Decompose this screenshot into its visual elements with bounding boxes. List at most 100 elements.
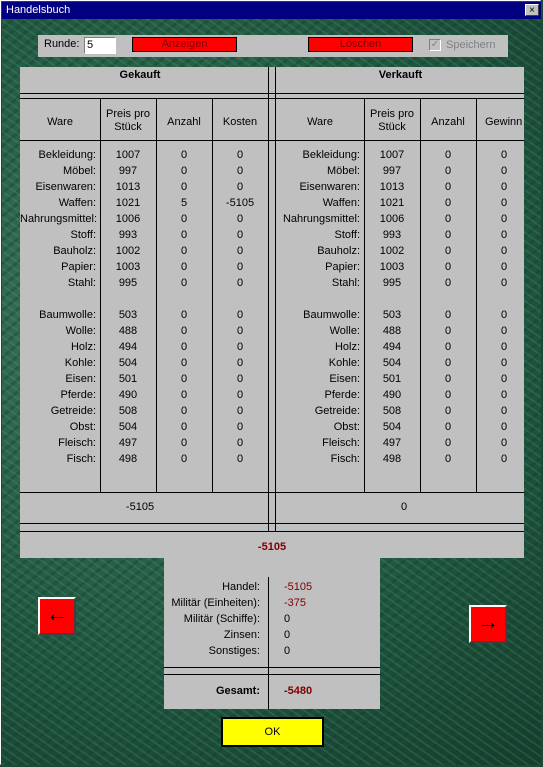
cell-preis: 1007	[115, 149, 141, 161]
cell-preis: 1013	[379, 181, 405, 193]
cell-ware: Waffen:	[322, 197, 360, 209]
cell-anzahl: 0	[180, 373, 188, 385]
cell-preis: 504	[118, 421, 138, 433]
summary-divider	[268, 577, 269, 709]
cell-ware: Pferde:	[60, 389, 96, 401]
divider	[20, 98, 524, 99]
cell-wert: 0	[500, 229, 508, 241]
cell-ware: Wolle:	[329, 325, 360, 337]
cell-anzahl: 0	[444, 245, 452, 257]
handelsbuch-window: Handelsbuch × Runde: 5 Anzeigen Löschen …	[0, 0, 541, 765]
cell-ware: Stahl:	[67, 277, 96, 289]
cell-ware: Baumwolle:	[39, 309, 96, 321]
cell-preis: 504	[382, 421, 402, 433]
cell-ware: Holz:	[70, 341, 96, 353]
cell-wert: 0	[236, 261, 244, 273]
cell-ware: Kohle:	[64, 357, 96, 369]
cell-ware: Waffen:	[58, 197, 96, 209]
cell-wert: 0	[236, 437, 244, 449]
cell-ware: Wolle:	[65, 325, 96, 337]
cell-preis: 490	[118, 389, 138, 401]
cell-wert: 0	[236, 421, 244, 433]
summary-value: -375	[284, 597, 307, 609]
cell-preis: 498	[118, 453, 138, 465]
previous-arrow-button[interactable]: ←	[38, 597, 76, 635]
cell-wert: 0	[500, 357, 508, 369]
net-total: -5105	[257, 541, 287, 553]
cell-wert: 0	[236, 213, 244, 225]
cell-anzahl: 0	[444, 437, 452, 449]
cell-preis: 1007	[379, 149, 405, 161]
cell-wert: 0	[236, 229, 244, 241]
header-preis: Preis pro Stück	[105, 108, 151, 133]
cell-preis: 497	[382, 437, 402, 449]
speichern-checkbox[interactable]: ✓	[429, 39, 441, 51]
cell-ware: Bauholz:	[317, 245, 360, 257]
cell-wert: 0	[500, 309, 508, 321]
summary-label: Militär (Einheiten):	[171, 597, 260, 609]
summary-value: -5105	[284, 581, 313, 593]
header-ware: Ware	[307, 116, 333, 128]
cell-ware: Eisenwaren:	[299, 181, 360, 193]
cell-wert: 0	[236, 389, 244, 401]
divider	[20, 523, 524, 524]
cell-preis: 995	[382, 277, 402, 289]
cell-anzahl: 0	[180, 309, 188, 321]
cell-preis: 995	[118, 277, 138, 289]
cell-wert: 0	[500, 245, 508, 257]
cell-ware: Möbel:	[326, 165, 360, 177]
cell-preis: 494	[118, 341, 138, 353]
cell-anzahl: 0	[444, 213, 452, 225]
cell-anzahl: 0	[180, 165, 188, 177]
cell-anzahl: 0	[180, 181, 188, 193]
cell-preis: 1006	[115, 213, 141, 225]
cell-ware: Pferde:	[324, 389, 360, 401]
header-preis: Preis pro Stück	[369, 108, 415, 133]
cell-ware: Stoff:	[334, 229, 360, 241]
summary-rule	[164, 674, 380, 675]
divider	[20, 492, 524, 493]
close-button[interactable]: ×	[525, 4, 539, 16]
cell-anzahl: 0	[444, 309, 452, 321]
cell-wert: 0	[236, 149, 244, 161]
divider	[20, 93, 524, 94]
cell-anzahl: 0	[444, 373, 452, 385]
title-bar[interactable]: Handelsbuch ×	[2, 2, 541, 19]
next-arrow-button[interactable]: →	[469, 605, 507, 643]
cell-ware: Getreide:	[314, 405, 360, 417]
summary-rule	[164, 667, 380, 668]
divider	[20, 140, 524, 141]
cell-ware: Getreide:	[50, 405, 96, 417]
cell-ware: Stahl:	[331, 277, 360, 289]
cell-anzahl: 0	[444, 405, 452, 417]
cell-anzahl: 0	[180, 453, 188, 465]
cell-preis: 508	[118, 405, 138, 417]
ok-button[interactable]: OK	[221, 717, 324, 747]
header-anzahl: Anzahl	[431, 116, 465, 128]
cell-anzahl: 0	[180, 389, 188, 401]
cell-ware: Holz:	[334, 341, 360, 353]
cell-wert: 0	[500, 181, 508, 193]
cell-anzahl: 0	[444, 325, 452, 337]
cell-preis: 501	[382, 373, 402, 385]
cell-anzahl: 0	[444, 357, 452, 369]
anzeigen-button[interactable]: Anzeigen	[132, 37, 237, 52]
cell-anzahl: 0	[444, 389, 452, 401]
cell-ware: Nahrungsmittel:	[20, 213, 98, 225]
runde-label: Runde:	[44, 38, 80, 50]
cell-wert: 0	[236, 245, 244, 257]
cell-wert: 0	[236, 325, 244, 337]
cell-ware: Obst:	[69, 421, 96, 433]
cell-anzahl: 0	[444, 277, 452, 289]
runde-input[interactable]: 5	[84, 37, 116, 54]
cell-preis: 1006	[379, 213, 405, 225]
cell-anzahl: 0	[444, 165, 452, 177]
loeschen-button[interactable]: Löschen	[308, 37, 413, 52]
summary-label: Zinsen:	[223, 629, 260, 641]
window-title: Handelsbuch	[6, 4, 71, 16]
cell-ware: Fisch:	[330, 453, 360, 465]
cell-anzahl: 0	[180, 245, 188, 257]
cell-ware: Bauholz:	[53, 245, 96, 257]
cell-preis: 494	[382, 341, 402, 353]
cell-anzahl: 0	[180, 341, 188, 353]
